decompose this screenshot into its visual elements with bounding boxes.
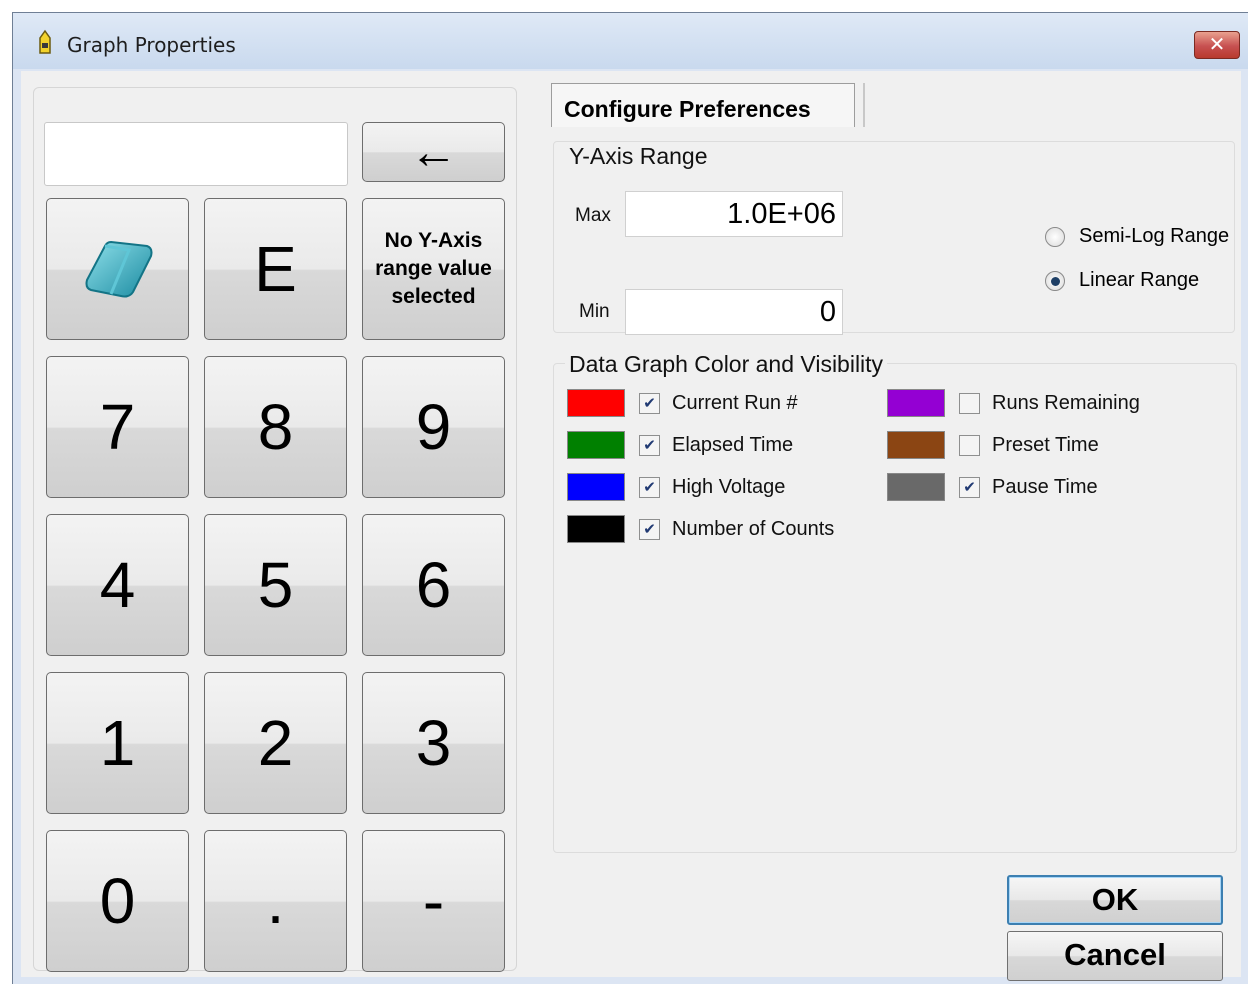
series-high-voltage[interactable]: ✔ High Voltage <box>567 473 785 501</box>
series-label: Current Run # <box>672 391 798 414</box>
app-icon <box>39 29 51 54</box>
min-label: Min <box>579 301 610 322</box>
checkbox-icon[interactable] <box>959 434 980 456</box>
max-label: Max <box>575 205 611 226</box>
key-2[interactable]: 2 <box>204 672 347 814</box>
keypad-panel: ← E No Y-Axis range value selected 7 8 9… <box>33 87 517 972</box>
key-decimal[interactable]: . <box>204 830 347 972</box>
key-3[interactable]: 3 <box>362 672 505 814</box>
close-button[interactable]: ✕ <box>1194 31 1240 59</box>
checkbox-icon[interactable]: ✔ <box>639 392 660 414</box>
tab-configure-preferences[interactable]: Configure Preferences <box>551 83 855 127</box>
checkbox-icon[interactable]: ✔ <box>639 434 660 456</box>
radio-linear[interactable]: Linear Range <box>1045 269 1199 292</box>
key-6[interactable]: 6 <box>362 514 505 656</box>
series-label: Preset Time <box>992 433 1099 456</box>
close-icon: ✕ <box>1208 32 1226 56</box>
key-e[interactable]: E <box>204 198 347 340</box>
key-5[interactable]: 5 <box>204 514 347 656</box>
window-title: Graph Properties <box>67 33 236 57</box>
backspace-button[interactable]: ← <box>362 122 505 182</box>
checkbox-icon[interactable] <box>959 392 980 414</box>
series-number-of-counts[interactable]: ✔ Number of Counts <box>567 515 834 543</box>
color-swatch[interactable] <box>567 389 625 417</box>
series-current-run[interactable]: ✔ Current Run # <box>567 389 798 417</box>
series-label: Pause Time <box>992 475 1098 498</box>
key-1[interactable]: 1 <box>46 672 189 814</box>
ok-button[interactable]: OK <box>1007 875 1223 925</box>
series-runs-remaining[interactable]: Runs Remaining <box>887 389 1140 417</box>
series-label: Runs Remaining <box>992 391 1140 414</box>
series-label: High Voltage <box>672 475 786 498</box>
color-swatch[interactable] <box>887 431 945 459</box>
key-8[interactable]: 8 <box>204 356 347 498</box>
title-bar[interactable]: Graph Properties ✕ <box>13 13 1248 69</box>
checkbox-icon[interactable]: ✔ <box>639 476 660 498</box>
radio-semi-log[interactable]: Semi-Log Range <box>1045 225 1229 248</box>
series-pause-time[interactable]: ✔ Pause Time <box>887 473 1098 501</box>
key-9[interactable]: 9 <box>362 356 505 498</box>
max-input[interactable]: 1.0E+06 <box>625 191 843 237</box>
data-graph-title: Data Graph Color and Visibility <box>565 351 888 378</box>
eraser-icon <box>85 240 152 298</box>
semi-log-label: Semi-Log Range <box>1079 225 1230 247</box>
clear-button[interactable] <box>46 198 189 340</box>
graph-properties-window: Graph Properties ✕ ← E No Y-Axis range v… <box>12 12 1248 984</box>
semi-log-radio-icon <box>1045 226 1065 247</box>
y-axis-range-title: Y-Axis Range <box>565 143 712 170</box>
linear-label: Linear Range <box>1079 269 1200 291</box>
keypad-display[interactable] <box>44 122 348 186</box>
series-label: Number of Counts <box>672 517 835 540</box>
color-swatch[interactable] <box>567 473 625 501</box>
cancel-button[interactable]: Cancel <box>1007 931 1223 981</box>
series-preset-time[interactable]: Preset Time <box>887 431 1099 459</box>
key-4[interactable]: 4 <box>46 514 189 656</box>
linear-radio-icon <box>1045 270 1065 291</box>
dialog-client: ← E No Y-Axis range value selected 7 8 9… <box>21 71 1241 981</box>
key-minus[interactable]: - <box>362 830 505 972</box>
color-swatch[interactable] <box>887 389 945 417</box>
key-7[interactable]: 7 <box>46 356 189 498</box>
series-label: Elapsed Time <box>672 433 794 456</box>
color-swatch[interactable] <box>567 431 625 459</box>
arrow-left-icon: ← <box>409 125 458 179</box>
color-swatch[interactable] <box>887 473 945 501</box>
series-elapsed-time[interactable]: ✔ Elapsed Time <box>567 431 793 459</box>
no-y-axis-button[interactable]: No Y-Axis range value selected <box>362 198 505 340</box>
key-0[interactable]: 0 <box>46 830 189 972</box>
color-swatch[interactable] <box>567 515 625 543</box>
checkbox-icon[interactable]: ✔ <box>639 518 660 540</box>
checkbox-icon[interactable]: ✔ <box>959 476 980 498</box>
min-input[interactable]: 0 <box>625 289 843 335</box>
tab-divider <box>863 83 865 127</box>
